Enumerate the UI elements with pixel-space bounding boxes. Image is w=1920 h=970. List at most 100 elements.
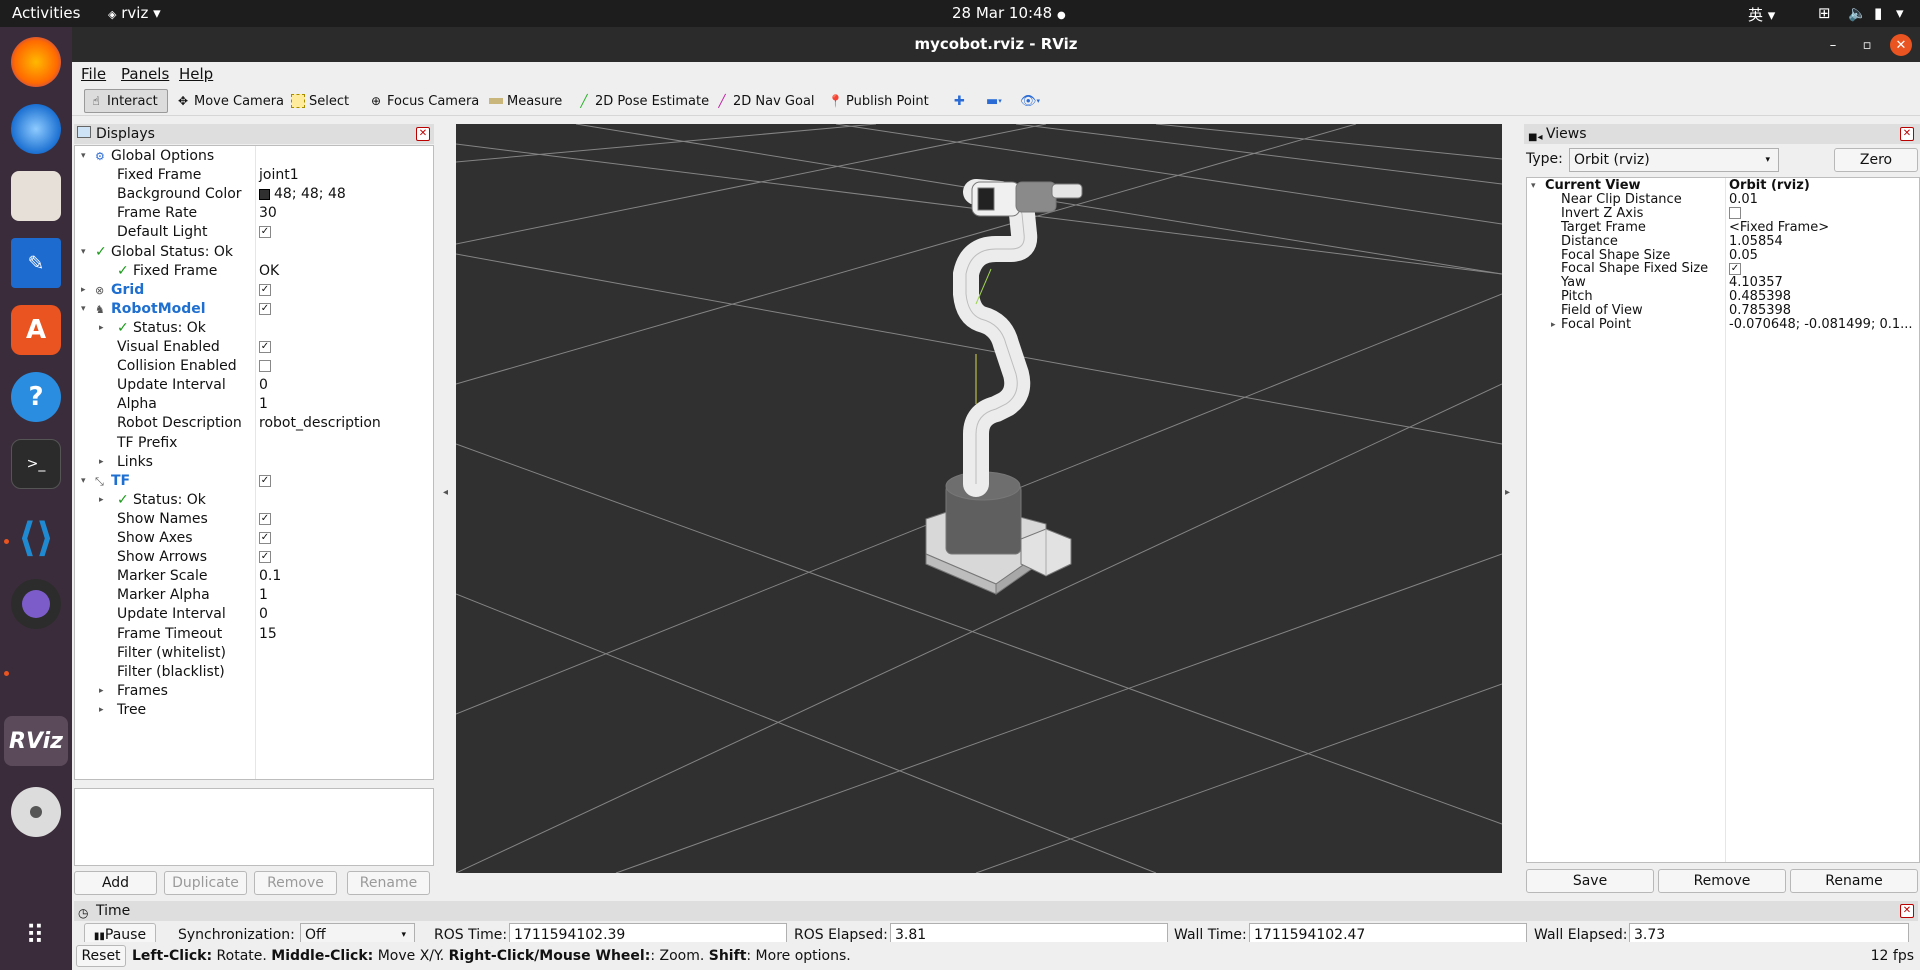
disc-icon[interactable] (11, 787, 61, 837)
checkbox[interactable]: ✓ (259, 512, 271, 525)
view-property-row[interactable]: Near Clip Distance 0.01 (1527, 192, 1919, 207)
software-center-icon[interactable]: A (11, 305, 61, 355)
checkbox[interactable]: ✓ (259, 302, 271, 315)
menu-file[interactable]: File (81, 65, 106, 83)
display-row[interactable]: ▸ Frames (75, 682, 433, 701)
display-row[interactable]: ▸ ⊗ Grid ✓ (75, 281, 433, 300)
menu-help[interactable]: Help (179, 65, 213, 83)
display-row[interactable]: Show Axes ✓ (75, 529, 433, 548)
display-row[interactable]: Filter (blacklist) (75, 663, 433, 682)
checkbox[interactable] (259, 360, 271, 373)
expanded-arrow-icon[interactable]: ▾ (1531, 179, 1536, 193)
collapsed-arrow-icon[interactable]: ▸ (99, 701, 104, 720)
show-apps-icon[interactable]: ⠿ (11, 911, 61, 961)
view-property-row[interactable]: Yaw 4.10357 (1527, 276, 1919, 290)
terminal-icon[interactable]: >_ (11, 439, 61, 489)
display-row-value[interactable]: ✓ (259, 510, 271, 529)
views-close-icon[interactable]: ✕ (1900, 127, 1914, 141)
help-icon[interactable]: ? (11, 372, 61, 422)
display-row[interactable]: ▸ Tree (75, 701, 433, 720)
publish-point-tool[interactable]: 📍 Publish Point (824, 89, 933, 113)
add-tool-icon[interactable]: ✚ (950, 89, 969, 113)
display-row[interactable]: ▾ ⚙ Global Options (75, 147, 433, 166)
view-property-row[interactable]: Focal Shape Size 0.05 (1527, 248, 1919, 263)
view-property-row[interactable]: Distance 1.05854 (1527, 234, 1919, 249)
display-row[interactable]: Frame Timeout 15 (75, 625, 433, 644)
display-row-value[interactable]: ✓ (259, 281, 271, 300)
activities-button[interactable]: Activities (12, 4, 80, 22)
checkbox[interactable]: ✓ (259, 283, 271, 296)
display-row[interactable]: Show Arrows ✓ (75, 548, 433, 567)
display-row[interactable]: Collision Enabled (75, 357, 433, 376)
display-row-value[interactable]: OK (259, 262, 279, 281)
display-row[interactable]: Background Color 48; 48; 48 (75, 185, 433, 204)
move-camera-tool[interactable]: ✥ Move Camera (172, 89, 288, 113)
display-row[interactable]: ▸ ✓ Status: Ok (75, 319, 433, 338)
display-row[interactable]: Marker Scale 0.1 (75, 567, 433, 586)
display-row[interactable]: ✓ Fixed Frame OK (75, 262, 433, 281)
display-row[interactable]: Fixed Frame joint1 (75, 166, 433, 185)
display-row[interactable]: TF Prefix (75, 434, 433, 453)
expanded-arrow-icon[interactable]: ▾ (81, 300, 86, 319)
maximize-button[interactable]: ▫ (1856, 34, 1878, 56)
view-property-row[interactable]: Invert Z Axis (1527, 206, 1919, 221)
checkbox[interactable]: ✓ (1729, 262, 1741, 275)
view-property-value[interactable]: -0.070648; -0.081499; 0.1... (1729, 318, 1913, 332)
view-property-value[interactable]: 0.01 (1729, 192, 1758, 207)
display-row[interactable]: Marker Alpha 1 (75, 586, 433, 605)
display-row-value[interactable]: 48; 48; 48 (259, 185, 346, 204)
display-row-value[interactable]: 15 (259, 625, 277, 644)
minimize-button[interactable]: – (1822, 34, 1844, 56)
remove-tool-icon[interactable]: ▬ ▾ (982, 89, 1006, 113)
network-icon[interactable]: ⊞ (1818, 4, 1831, 22)
app-menu[interactable]: ◈ rviz ▾ (108, 4, 161, 22)
rviz-icon[interactable]: RViz (4, 716, 68, 766)
display-row-value[interactable]: ✓ (259, 300, 271, 319)
system-menu-arrow[interactable]: ▾ (1896, 4, 1904, 22)
eye-icon[interactable]: 👁 ▾ (1016, 89, 1044, 113)
focus-camera-tool[interactable]: ⊕ Focus Camera (365, 89, 483, 113)
left-splitter-arrow[interactable]: ◂ (443, 487, 448, 498)
display-row-value[interactable]: 1 (259, 586, 268, 605)
close-button[interactable]: ✕ (1890, 34, 1912, 56)
menu-panels[interactable]: Panels (121, 65, 169, 83)
display-row-value[interactable]: ✓ (259, 529, 271, 548)
display-row-value[interactable]: 0.1 (259, 567, 281, 586)
collapsed-arrow-icon[interactable]: ▸ (99, 491, 104, 510)
display-row-value[interactable]: 0 (259, 605, 268, 624)
measure-tool[interactable]: Measure (485, 89, 566, 113)
display-row[interactable]: Visual Enabled ✓ (75, 338, 433, 357)
view-property-value[interactable]: 4.10357 (1729, 276, 1783, 290)
interact-tool[interactable]: ☝ Interact (84, 89, 168, 113)
display-row[interactable]: Robot Description robot_description (75, 414, 433, 433)
display-row-value[interactable]: ✓ (259, 472, 271, 491)
pose-estimate-tool[interactable]: ╱ 2D Pose Estimate (573, 89, 713, 113)
display-row-value[interactable]: robot_description (259, 414, 381, 433)
display-row[interactable]: Filter (whitelist) (75, 644, 433, 663)
nav-goal-tool[interactable]: ╱ 2D Nav Goal (711, 89, 819, 113)
clock[interactable]: 28 Mar 10:48 ● (952, 4, 1066, 22)
save-view-button[interactable]: Save (1526, 869, 1654, 893)
view-property-value[interactable]: Orbit (rviz) (1729, 179, 1810, 193)
view-property-value[interactable]: 0.785398 (1729, 304, 1791, 318)
checkbox[interactable]: ✓ (259, 551, 271, 564)
view-property-row[interactable]: Target Frame <Fixed Frame> (1527, 220, 1919, 235)
firefox-icon[interactable] (11, 37, 61, 87)
view-type-select[interactable]: Orbit (rviz) ▾ (1569, 148, 1779, 172)
reset-button[interactable]: Reset (76, 945, 126, 967)
time-close-icon[interactable]: ✕ (1900, 904, 1914, 918)
view-property-value[interactable] (1729, 207, 1741, 221)
view-property-row[interactable]: Pitch 0.485398 (1527, 290, 1919, 304)
duplicate-button[interactable]: Duplicate (164, 871, 247, 895)
collapsed-arrow-icon[interactable]: ▸ (1551, 318, 1556, 332)
display-row-value[interactable]: ✓ (259, 223, 271, 242)
input-method[interactable]: 英 ▾ (1748, 4, 1775, 25)
displays-close-icon[interactable]: ✕ (416, 127, 430, 141)
checkbox[interactable]: ✓ (259, 226, 271, 239)
expanded-arrow-icon[interactable]: ▾ (81, 243, 86, 262)
rename-display-button[interactable]: Rename (347, 871, 430, 895)
collapsed-arrow-icon[interactable]: ▸ (99, 682, 104, 701)
checkbox[interactable] (1729, 207, 1741, 220)
thunderbird-icon[interactable] (11, 104, 61, 154)
checkbox[interactable]: ✓ (259, 532, 271, 544)
